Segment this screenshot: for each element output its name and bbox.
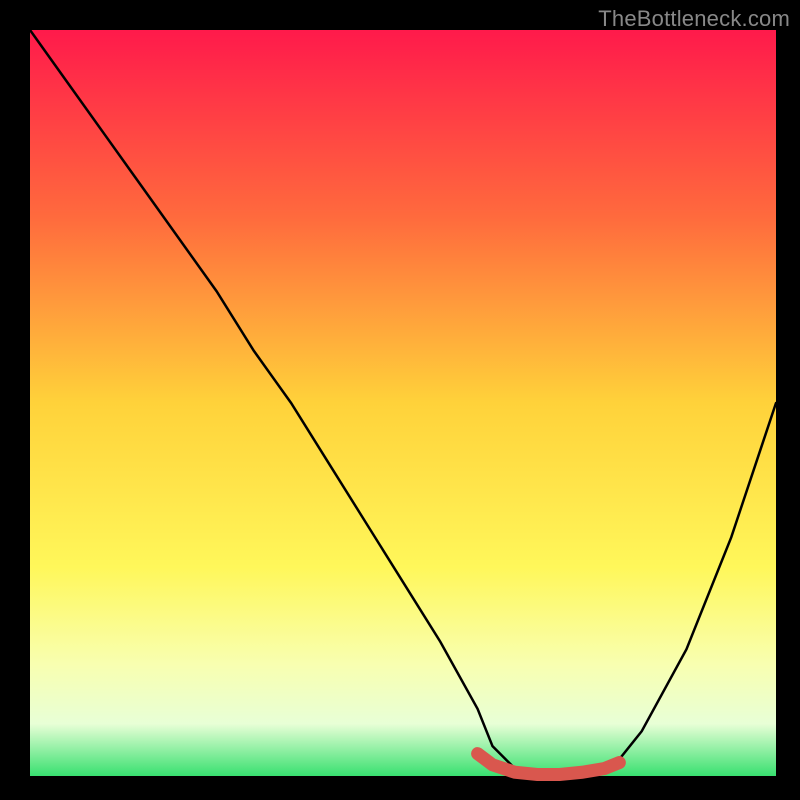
plot-background bbox=[30, 30, 776, 776]
watermark-text: TheBottleneck.com bbox=[598, 6, 790, 32]
bottleneck-chart bbox=[0, 0, 800, 800]
chart-frame: TheBottleneck.com bbox=[0, 0, 800, 800]
